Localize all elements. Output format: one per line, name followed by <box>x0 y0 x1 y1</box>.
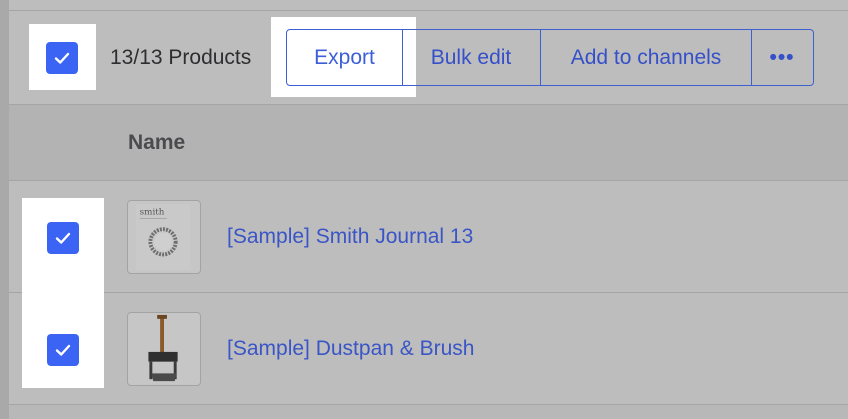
top-strip <box>9 0 848 11</box>
row-checkbox[interactable] <box>47 222 79 254</box>
bulk-edit-button[interactable]: Bulk edit <box>402 29 541 86</box>
next-row-edge <box>9 405 848 419</box>
product-thumbnail[interactable]: smith <box>127 200 201 274</box>
checkmark-icon <box>55 344 71 356</box>
export-button[interactable]: Export <box>286 29 403 86</box>
row-checkbox[interactable] <box>47 334 79 366</box>
more-actions-button[interactable]: ••• <box>751 29 814 86</box>
column-header-name[interactable]: Name <box>128 128 185 158</box>
checkmark-icon <box>54 52 70 64</box>
left-rail <box>0 0 9 419</box>
product-name-link[interactable]: [Sample] Smith Journal 13 <box>227 221 473 253</box>
selected-count-label: 13/13 Products <box>110 46 252 69</box>
dustpan-thumbnail-icon <box>148 314 178 382</box>
product-thumbnail[interactable] <box>127 312 201 386</box>
add-to-channels-button[interactable]: Add to channels <box>540 29 752 86</box>
product-name-link[interactable]: [Sample] Dustpan & Brush <box>227 333 474 365</box>
checkmark-icon <box>55 232 71 244</box>
select-all-checkbox[interactable] <box>46 42 78 74</box>
svg-text:smith: smith <box>140 208 165 218</box>
journal-thumbnail-icon: smith <box>135 203 191 271</box>
